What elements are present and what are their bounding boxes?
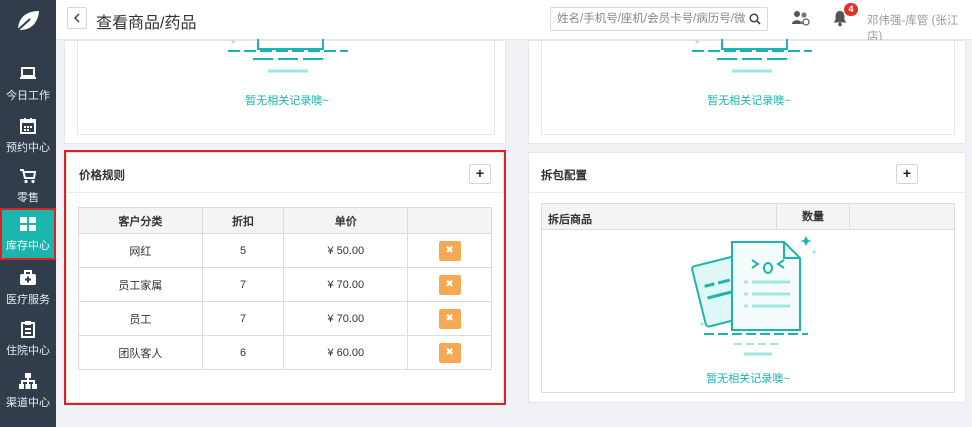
clipboard-icon <box>21 321 35 338</box>
price-rules-header: 价格规则 + <box>67 153 503 193</box>
notification-badge: 4 <box>844 3 858 16</box>
delete-button[interactable]: ✖ <box>438 240 461 261</box>
sidebar-item-medical-service[interactable]: 医疗服务 <box>0 262 56 314</box>
sidebar-item-label: 渠道中心 <box>6 397 50 409</box>
leaf-logo-icon <box>17 11 39 31</box>
empty-text: 暂无相关记录噢~ <box>245 95 329 107</box>
table-row: 员工家属 7 ¥ 70.00 ✖ <box>78 267 492 302</box>
column-header: 单价 <box>283 207 409 234</box>
table-row: 员工 7 ¥ 70.00 ✖ <box>78 301 492 336</box>
table-header-row: 客户分类 折扣 单价 <box>78 207 492 234</box>
action-cell: ✖ <box>407 301 492 336</box>
search-icon[interactable] <box>749 13 761 25</box>
table-header-row: 拆后商品 数量 <box>542 204 954 230</box>
cart-icon <box>20 169 37 184</box>
chevron-left-icon <box>73 13 80 23</box>
price-cell: ¥ 50.00 <box>283 233 409 268</box>
unpack-config-panel: 拆包配置 + 拆后商品 数量 暂无相关记录噢~ <box>528 152 966 403</box>
discount-cell: 5 <box>201 233 285 268</box>
price-cell: ¥ 70.00 <box>283 267 409 302</box>
add-price-rule-button[interactable]: + <box>469 164 491 184</box>
delete-button[interactable]: ✖ <box>438 342 461 363</box>
unpack-config-title: 拆包配置 <box>541 170 587 182</box>
search-box[interactable] <box>550 7 768 31</box>
laptop-icon <box>20 67 36 79</box>
calendar-icon <box>20 118 36 134</box>
sidebar-item-label: 医疗服务 <box>6 294 50 306</box>
delete-button[interactable]: ✖ <box>438 308 461 329</box>
table-row: 团队客人 6 ¥ 60.00 ✖ <box>78 335 492 370</box>
sidebar-item-inventory[interactable]: 库存中心 <box>0 208 56 260</box>
sidebar-item-today-work[interactable]: 今日工作 <box>0 58 56 110</box>
top-left-empty-box: 暂无相关记录噢~ <box>77 39 495 135</box>
action-cell: ✖ <box>407 233 492 268</box>
discount-cell: 7 <box>201 301 285 336</box>
sidebar-item-label: 零售 <box>17 192 39 204</box>
empty-text: 暂无相关记录噢~ <box>706 373 790 385</box>
column-header: 数量 <box>776 204 850 230</box>
customer-category-cell: 网红 <box>78 233 203 268</box>
action-cell: ✖ <box>407 267 492 302</box>
sidebar-item-inpatient[interactable]: 住院中心 <box>0 313 56 365</box>
price-rules-title: 价格规则 <box>79 170 125 182</box>
customer-category-cell: 员工家属 <box>78 267 203 302</box>
customer-category-cell: 员工 <box>78 301 203 336</box>
top-right-empty-box: 暂无相关记录噢~ <box>541 39 955 135</box>
app-logo[interactable] <box>0 0 56 42</box>
column-header <box>407 207 492 234</box>
empty-illustration-icon <box>228 39 348 73</box>
column-header: 客户分类 <box>78 207 203 234</box>
page-title: 查看商品/药品 <box>96 15 197 32</box>
sidebar-item-label: 预约中心 <box>6 142 50 154</box>
customer-category-cell: 团队客人 <box>78 335 203 370</box>
sitemap-icon <box>19 373 37 389</box>
empty-document-illustration-icon <box>691 236 816 356</box>
back-button[interactable] <box>67 7 87 29</box>
top-right-panel: 暂无相关记录噢~ <box>528 39 966 144</box>
add-unpack-config-button[interactable]: + <box>896 164 918 184</box>
sidebar-item-label: 住院中心 <box>6 345 50 357</box>
search-input[interactable] <box>551 8 745 30</box>
sidebar-item-channels[interactable]: 渠道中心 <box>0 365 56 417</box>
top-bar: 查看商品/药品 4 邓伟强-库管 (张江店) <box>56 0 972 43</box>
unpack-config-table: 拆后商品 数量 暂无相关记录噢~ <box>541 203 955 393</box>
price-cell: ¥ 60.00 <box>283 335 409 370</box>
column-header: 拆后商品 <box>548 214 592 226</box>
grid-icon <box>20 217 36 231</box>
medkit-icon <box>20 270 36 285</box>
price-cell: ¥ 70.00 <box>283 301 409 336</box>
price-rules-panel: 价格规则 + 客户分类 折扣 单价 网红 5 ¥ 50.00 ✖ 员工家属 7 … <box>66 152 504 403</box>
members-icon[interactable] <box>791 9 811 27</box>
column-header: 折扣 <box>201 207 285 234</box>
empty-text: 暂无相关记录噢~ <box>707 95 791 107</box>
action-cell: ✖ <box>407 335 492 370</box>
sidebar-item-label: 库存中心 <box>6 240 50 252</box>
top-left-panel: 暂无相关记录噢~ <box>64 39 506 144</box>
delete-button[interactable]: ✖ <box>438 274 461 295</box>
discount-cell: 6 <box>201 335 285 370</box>
table-row: 网红 5 ¥ 50.00 ✖ <box>78 233 492 268</box>
sidebar-item-appointments[interactable]: 预约中心 <box>0 110 56 162</box>
empty-illustration-icon <box>692 39 812 73</box>
discount-cell: 7 <box>201 267 285 302</box>
sidebar-item-label: 今日工作 <box>6 90 50 102</box>
unpack-config-header: 拆包配置 + <box>529 153 965 193</box>
price-rules-table: 客户分类 折扣 单价 网红 5 ¥ 50.00 ✖ 员工家属 7 ¥ 70.00… <box>78 207 492 370</box>
column-header <box>850 204 954 230</box>
sidebar: 今日工作 预约中心 零售 库存中心 医疗服务 住院中心 渠道中心 <box>0 0 56 427</box>
sidebar-item-retail[interactable]: 零售 <box>0 160 56 212</box>
